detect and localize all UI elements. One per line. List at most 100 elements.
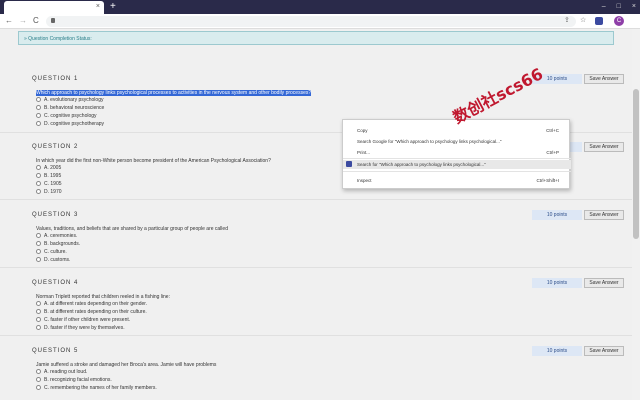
radio-button[interactable]	[36, 165, 41, 171]
answer-option[interactable]: A. 2005	[36, 165, 61, 172]
context-menu-inspect[interactable]: Inspect Ctrl+Shift+I	[343, 176, 571, 185]
answer-option[interactable]: C. faster if other children were present…	[36, 317, 130, 324]
question-text: Norman Triplett reported that children r…	[36, 294, 170, 300]
question-text: Values, traditions, and beliefs that are…	[36, 226, 228, 232]
question-title: QUESTION 4	[32, 280, 79, 286]
option-label: A. evolutionary psychology	[44, 97, 104, 103]
question-header: QUESTION 4 10 points Save Answer	[18, 278, 624, 288]
divider	[0, 335, 632, 336]
save-answer-button[interactable]: Save Answer	[584, 74, 624, 84]
question-completion-status[interactable]: » Question Completion Status:	[18, 31, 614, 45]
browser-toolbar: ← → C ⇪ ☆ C	[0, 14, 640, 29]
question-5: QUESTION 5 10 points Save Answer Jamie s…	[18, 346, 624, 400]
answer-option[interactable]: C. cognitive psychology	[36, 113, 97, 120]
page-content: » Question Completion Status: QUESTION 1…	[0, 29, 632, 400]
radio-button[interactable]	[36, 309, 41, 315]
radio-button[interactable]	[36, 317, 41, 323]
menu-item-shortcut: Ctrl+P	[546, 150, 559, 155]
menu-item-shortcut: Ctrl+C	[546, 128, 559, 133]
answer-option[interactable]: B. at different rates depending on their…	[36, 309, 147, 316]
radio-button[interactable]	[36, 301, 41, 307]
option-label: C. culture.	[44, 249, 67, 255]
question-title: QUESTION 3	[32, 212, 79, 218]
browser-tab[interactable]: ×	[4, 1, 104, 14]
option-label: C. remembering the names of her family m…	[44, 385, 157, 391]
answer-option[interactable]: D. cognitive psychotherapy	[36, 121, 104, 128]
page-scrollbar[interactable]	[632, 29, 640, 400]
answer-option[interactable]: A. reading out loud.	[36, 369, 87, 376]
question-text: Which approach to psychology links psych…	[36, 90, 312, 96]
reload-button[interactable]: C	[33, 16, 39, 26]
answer-option[interactable]: B. backgrounds.	[36, 241, 80, 248]
forward-button[interactable]: →	[19, 16, 27, 26]
option-label: A. reading out loud.	[44, 369, 88, 375]
radio-button[interactable]	[36, 173, 41, 179]
radio-button[interactable]	[36, 325, 41, 331]
answer-option[interactable]: B. recognizing facial emotions.	[36, 377, 112, 384]
divider	[0, 199, 632, 200]
question-text: Jamie suffered a stroke and damaged her …	[36, 362, 217, 368]
answer-option[interactable]: C. 1905	[36, 181, 62, 188]
minimize-button[interactable]: –	[602, 1, 606, 12]
extension-icon[interactable]	[595, 17, 603, 25]
menu-separator	[343, 158, 571, 159]
star-icon[interactable]: ☆	[580, 16, 586, 26]
share-icon[interactable]: ⇪	[564, 16, 570, 26]
menu-item-label: Search Google for "Which approach to psy…	[357, 139, 502, 144]
context-menu: Copy Ctrl+C Search Google for "Which app…	[342, 119, 571, 189]
save-answer-button[interactable]: Save Answer	[584, 210, 624, 220]
maximize-button[interactable]: □	[617, 1, 621, 12]
option-label: D. faster if they were by themselves.	[44, 325, 125, 331]
question-title: QUESTION 5	[32, 348, 79, 354]
tab-close-icon[interactable]: ×	[96, 3, 100, 10]
radio-button[interactable]	[36, 105, 41, 111]
extension-icon	[346, 161, 352, 167]
answer-option[interactable]: D. 1970	[36, 189, 62, 196]
option-label: D. cognitive psychotherapy	[44, 121, 105, 127]
menu-separator	[343, 171, 571, 172]
radio-button[interactable]	[36, 385, 41, 391]
answer-option[interactable]: C. culture.	[36, 249, 67, 256]
menu-item-label: Copy	[357, 128, 368, 133]
context-menu-print[interactable]: Print... Ctrl+P	[343, 148, 571, 157]
save-answer-button[interactable]: Save Answer	[584, 278, 624, 288]
answer-option[interactable]: B. 1995	[36, 173, 61, 180]
new-tab-button[interactable]: +	[110, 1, 116, 12]
radio-button[interactable]	[36, 369, 41, 375]
option-label: C. 1905	[44, 181, 62, 187]
radio-button[interactable]	[36, 377, 41, 383]
scrollbar-thumb[interactable]	[633, 89, 639, 239]
avatar[interactable]: C	[614, 16, 624, 26]
question-title: QUESTION 1	[32, 76, 79, 82]
answer-option[interactable]: B. behavioral neuroscience	[36, 105, 104, 112]
back-button[interactable]: ←	[5, 16, 13, 26]
radio-button[interactable]	[36, 113, 41, 119]
context-menu-copy[interactable]: Copy Ctrl+C	[343, 126, 571, 135]
radio-button[interactable]	[36, 249, 41, 255]
radio-button[interactable]	[36, 121, 41, 127]
radio-button[interactable]	[36, 189, 41, 195]
answer-option[interactable]: C. remembering the names of her family m…	[36, 385, 157, 392]
radio-button[interactable]	[36, 257, 41, 263]
answer-option[interactable]: A. ceremonies.	[36, 233, 77, 240]
points-badge: 10 points	[532, 346, 582, 356]
close-window-button[interactable]: ×	[632, 1, 636, 12]
context-menu-search-google[interactable]: Search Google for "Which approach to psy…	[343, 137, 571, 146]
status-text: » Question Completion Status:	[24, 36, 92, 42]
save-answer-button[interactable]: Save Answer	[584, 142, 624, 152]
option-label: B. backgrounds.	[44, 241, 81, 247]
option-label: B. recognizing facial emotions.	[44, 377, 112, 383]
context-menu-search-extension[interactable]: Search for "Which approach to psychology…	[343, 160, 571, 169]
answer-option[interactable]: D. faster if they were by themselves.	[36, 325, 125, 332]
answer-option[interactable]: A. evolutionary psychology	[36, 97, 103, 104]
radio-button[interactable]	[36, 233, 41, 239]
window-controls: – □ ×	[602, 1, 636, 12]
save-answer-button[interactable]: Save Answer	[584, 346, 624, 356]
answer-option[interactable]: A. at different rates depending on their…	[36, 301, 147, 308]
radio-button[interactable]	[36, 181, 41, 187]
radio-button[interactable]	[36, 241, 41, 247]
address-bar[interactable]	[46, 16, 576, 27]
radio-button[interactable]	[36, 97, 41, 103]
answer-option[interactable]: D. customs.	[36, 257, 70, 264]
option-label: A. 2005	[44, 165, 62, 171]
